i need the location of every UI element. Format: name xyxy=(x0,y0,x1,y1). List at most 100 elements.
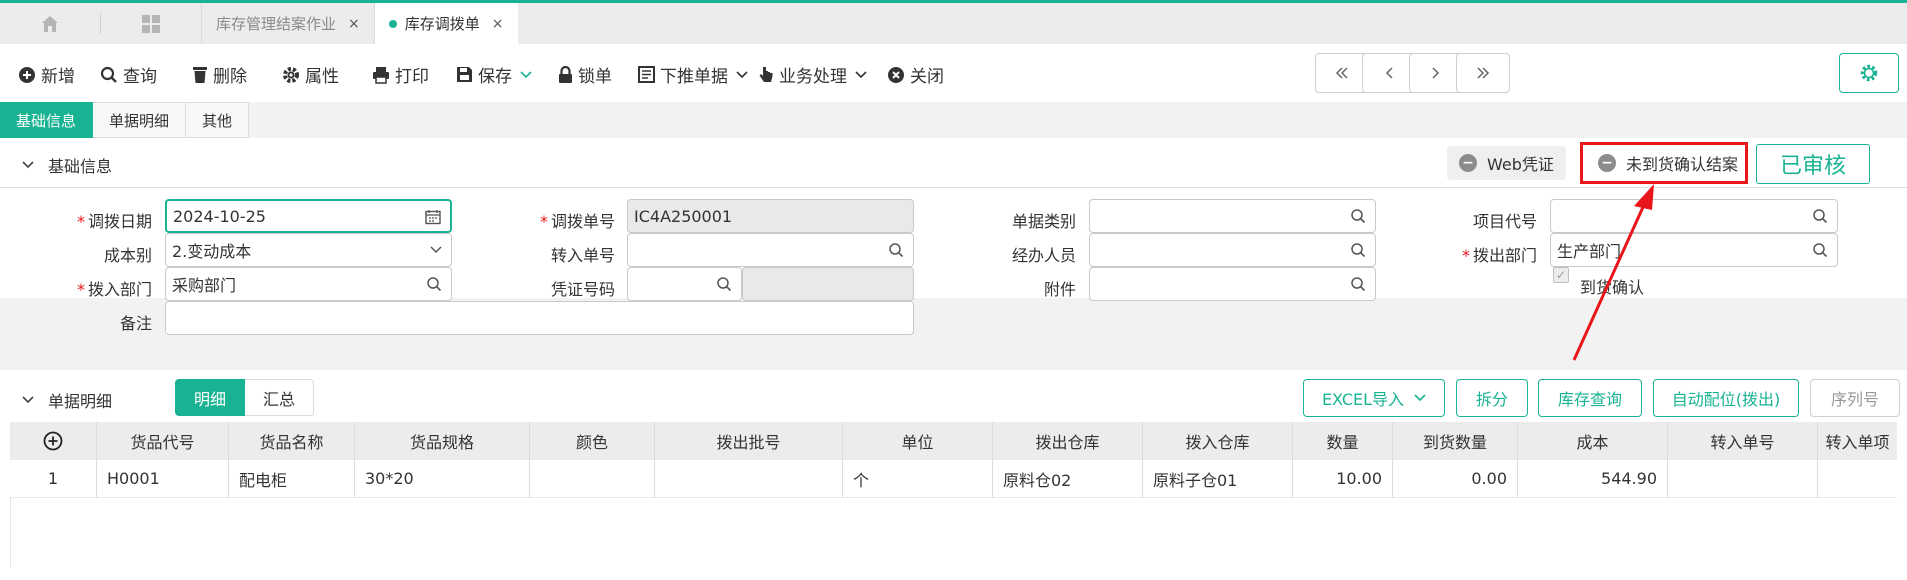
cell-cost[interactable]: 544.90 xyxy=(1518,460,1668,498)
column-header[interactable]: 成本 xyxy=(1518,422,1668,460)
in-no-field[interactable] xyxy=(627,233,914,267)
subtab-other[interactable]: 其他 xyxy=(186,102,250,138)
auto-allocate-button[interactable]: 自动配位(拨出) xyxy=(1653,379,1799,417)
search-icon[interactable] xyxy=(1350,242,1366,258)
column-header[interactable]: 转入单号 xyxy=(1668,422,1818,460)
last-record-button[interactable] xyxy=(1456,53,1510,93)
row-index: 1 xyxy=(10,460,97,498)
tab-transfer-order[interactable]: 库存调拨单 × xyxy=(373,3,518,44)
section-title: 单据明细 xyxy=(48,392,113,411)
settings-button[interactable] xyxy=(1839,53,1899,93)
add-button[interactable]: 新增 xyxy=(18,62,75,87)
chevron-down-icon xyxy=(855,70,867,78)
grid-icon[interactable] xyxy=(101,3,201,44)
cell-in-warehouse[interactable]: 原料子仓01 xyxy=(1143,460,1293,498)
search-icon[interactable] xyxy=(1812,208,1828,224)
toolbar: 新增 查询 删除 属性 打印 保存 锁单 下推单据 业务处理 关闭 xyxy=(0,44,1907,102)
excel-import-button[interactable]: EXCEL导入 xyxy=(1303,379,1445,417)
cell-out-warehouse[interactable]: 原料仓02 xyxy=(993,460,1143,498)
in-dept-field[interactable]: 采购部门 xyxy=(165,267,452,301)
stock-query-button[interactable]: 库存查询 xyxy=(1538,379,1642,417)
chevron-down-icon xyxy=(1414,394,1426,402)
search-icon[interactable] xyxy=(716,276,732,292)
cell-in-no[interactable] xyxy=(1668,460,1818,498)
column-header[interactable]: 转入单项 xyxy=(1818,422,1897,460)
seg-summary[interactable]: 汇总 xyxy=(245,379,315,416)
printer-icon xyxy=(373,66,389,84)
search-icon xyxy=(100,66,117,83)
first-record-button[interactable] xyxy=(1315,53,1369,93)
close-icon[interactable]: × xyxy=(492,16,504,32)
close-circle-icon xyxy=(888,66,904,83)
cell-spec[interactable]: 30*20 xyxy=(355,460,530,498)
cell-arrived[interactable]: 0.00 xyxy=(1393,460,1518,498)
search-icon[interactable] xyxy=(426,276,442,292)
cell-unit[interactable]: 个 xyxy=(843,460,993,498)
split-button[interactable]: 拆分 xyxy=(1456,379,1528,417)
prev-record-button[interactable] xyxy=(1362,53,1416,93)
calendar-icon[interactable] xyxy=(425,209,441,225)
push-down-button[interactable]: 下推单据 xyxy=(638,62,753,87)
minus-circle-icon: − xyxy=(1459,154,1477,172)
active-dot-icon xyxy=(388,19,397,28)
business-process-button[interactable]: 业务处理 xyxy=(758,62,872,87)
column-header[interactable]: 到货数量 xyxy=(1393,422,1518,460)
transfer-no-field: IC4A250001 xyxy=(627,199,914,233)
cell-in-item[interactable] xyxy=(1818,460,1897,498)
serial-number-button[interactable]: 序列号 xyxy=(1810,379,1900,417)
cell-batch[interactable] xyxy=(655,460,843,498)
save-button[interactable]: 保存 xyxy=(456,62,537,87)
lock-button[interactable]: 锁单 xyxy=(558,62,612,87)
seg-detail[interactable]: 明细 xyxy=(175,379,246,416)
subtab-detail[interactable]: 单据明细 xyxy=(93,102,187,138)
web-voucher-button[interactable]: − Web凭证 xyxy=(1447,146,1566,180)
column-header[interactable]: 货品名称 xyxy=(229,422,355,460)
gear-icon xyxy=(283,66,299,83)
voucher-no-field[interactable] xyxy=(627,267,742,301)
section-toggle[interactable]: 基础信息 xyxy=(22,153,112,177)
add-row-button[interactable] xyxy=(10,422,97,460)
cell-code[interactable]: H0001 xyxy=(97,460,229,498)
section-toggle[interactable]: 单据明细 xyxy=(22,388,112,412)
search-icon[interactable] xyxy=(1350,208,1366,224)
home-icon[interactable] xyxy=(0,3,100,44)
query-button[interactable]: 查询 xyxy=(100,62,157,87)
column-header[interactable]: 数量 xyxy=(1293,422,1393,460)
close-button[interactable]: 关闭 xyxy=(887,62,944,87)
cell-quantity[interactable]: 10.00 xyxy=(1293,460,1393,498)
transfer-date-label: * 调拨日期 xyxy=(76,212,152,231)
detail-view-switch: 明细 汇总 xyxy=(175,379,315,416)
search-icon[interactable] xyxy=(1350,276,1366,292)
column-header[interactable]: 单位 xyxy=(843,422,993,460)
remark-field[interactable] xyxy=(165,301,914,335)
double-chevron-right-icon xyxy=(1477,67,1490,79)
chevron-down-icon xyxy=(520,70,532,78)
transfer-date-field[interactable]: 2024-10-25 xyxy=(165,199,452,233)
tab-closing-job[interactable]: 库存管理结案作业 × xyxy=(201,3,374,44)
column-header[interactable]: 颜色 xyxy=(530,422,655,460)
search-icon[interactable] xyxy=(888,242,904,258)
column-header[interactable]: 拨出批号 xyxy=(655,422,843,460)
plus-circle-icon xyxy=(43,431,63,451)
print-button[interactable]: 打印 xyxy=(372,62,429,87)
cost-type-select[interactable]: 2.变动成本 xyxy=(165,233,452,267)
attachment-field[interactable] xyxy=(1089,267,1376,301)
in-dept-label: * 拨入部门 xyxy=(76,280,152,299)
highlight-box xyxy=(1580,142,1748,184)
next-record-button[interactable] xyxy=(1409,53,1463,93)
cell-name[interactable]: 配电柜 xyxy=(229,460,355,498)
close-icon[interactable]: × xyxy=(348,16,360,32)
handler-field[interactable] xyxy=(1089,233,1376,267)
search-icon[interactable] xyxy=(1812,242,1828,258)
properties-button[interactable]: 属性 xyxy=(282,62,339,87)
column-header[interactable]: 货品规格 xyxy=(355,422,530,460)
column-header[interactable]: 拨入仓库 xyxy=(1143,422,1293,460)
column-header[interactable]: 拨出仓库 xyxy=(993,422,1143,460)
doc-type-field[interactable] xyxy=(1089,199,1376,233)
subtab-basic-info[interactable]: 基础信息 xyxy=(0,102,94,138)
cell-color[interactable] xyxy=(530,460,655,498)
column-header[interactable]: 货品代号 xyxy=(97,422,229,460)
delete-button[interactable]: 删除 xyxy=(192,62,247,87)
table-row[interactable]: 1 H0001 配电柜 30*20 个 原料仓02 原料子仓01 10.00 0… xyxy=(10,460,1897,498)
handler-label: 经办人员 xyxy=(1011,246,1076,265)
